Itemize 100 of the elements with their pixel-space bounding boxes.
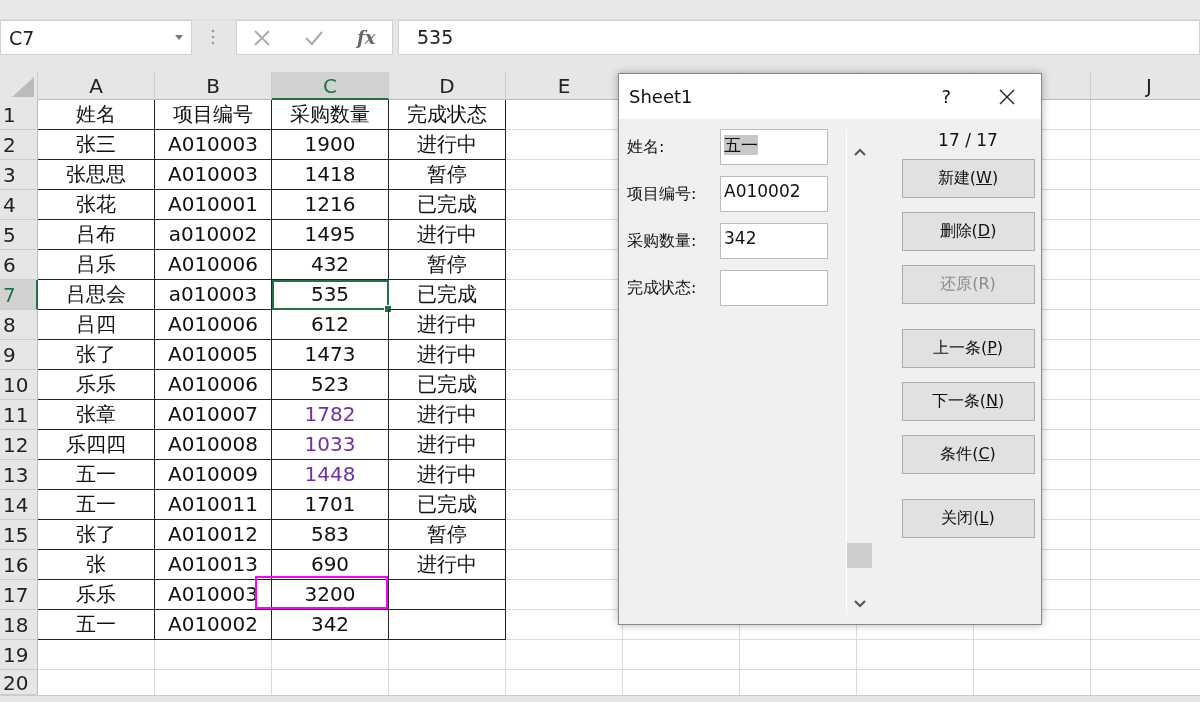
scrollbar-thumb[interactable] bbox=[847, 543, 872, 568]
table-cell: 1495 bbox=[272, 220, 389, 250]
table-cell: 五一 bbox=[38, 490, 155, 520]
drag-handle-icon[interactable] bbox=[211, 29, 215, 45]
column-header[interactable]: J bbox=[1091, 72, 1200, 100]
table-cell: A010009 bbox=[155, 460, 272, 490]
row-header[interactable]: 9 bbox=[0, 340, 38, 370]
row-header[interactable]: 6 bbox=[0, 250, 38, 280]
table-cell: 吕四 bbox=[38, 310, 155, 340]
table-cell: 张了 bbox=[38, 520, 155, 550]
dialog-button[interactable]: 关闭(L) bbox=[901, 499, 1035, 538]
row-header[interactable]: 17 bbox=[0, 580, 38, 610]
row-header[interactable]: 5 bbox=[0, 220, 38, 250]
dropdown-caret-icon[interactable] bbox=[175, 35, 183, 40]
scroll-up-icon[interactable] bbox=[854, 148, 866, 156]
table-cell: 项目编号 bbox=[155, 100, 272, 130]
row-header[interactable]: 16 bbox=[0, 550, 38, 580]
table-cell: 张 bbox=[38, 550, 155, 580]
row-header[interactable]: 20 bbox=[0, 670, 38, 695]
row-header[interactable]: 14 bbox=[0, 490, 38, 520]
table-cell: 1701 bbox=[272, 490, 389, 520]
table-cell: 采购数量 bbox=[272, 100, 389, 130]
table-cell: A010006 bbox=[155, 370, 272, 400]
table-cell: A010002 bbox=[155, 610, 272, 640]
table-cell: 1448 bbox=[272, 460, 389, 490]
row-header[interactable]: 1 bbox=[0, 100, 38, 130]
row-header[interactable]: 8 bbox=[0, 310, 38, 340]
table-cell: 吕思会 bbox=[38, 280, 155, 310]
row-header[interactable]: 12 bbox=[0, 430, 38, 460]
table-cell: 暂停 bbox=[389, 520, 506, 550]
insert-function-button[interactable]: fx bbox=[357, 27, 376, 48]
table-cell: 1418 bbox=[272, 160, 389, 190]
row-header[interactable]: 4 bbox=[0, 190, 38, 220]
table-cell: 1900 bbox=[272, 130, 389, 160]
row-header[interactable]: 3 bbox=[0, 160, 38, 190]
table-cell: A010011 bbox=[155, 490, 272, 520]
row-header[interactable]: 2 bbox=[0, 130, 38, 160]
table-cell: 暂停 bbox=[389, 250, 506, 280]
table-cell: 进行中 bbox=[389, 550, 506, 580]
table-cell: 张花 bbox=[38, 190, 155, 220]
table-cell: 五一 bbox=[38, 460, 155, 490]
row-header[interactable]: 10 bbox=[0, 370, 38, 400]
field-label: 采购数量: bbox=[627, 230, 698, 252]
row-header[interactable]: 7 bbox=[0, 280, 38, 310]
table-cell: a010002 bbox=[155, 220, 272, 250]
table-cell: 张章 bbox=[38, 400, 155, 430]
table-cell: 612 bbox=[272, 310, 389, 340]
table-cell: 进行中 bbox=[389, 400, 506, 430]
name-box[interactable]: C7 bbox=[0, 20, 192, 55]
select-all-icon[interactable] bbox=[12, 77, 34, 97]
dialog-button[interactable]: 条件(C) bbox=[901, 435, 1035, 474]
column-header[interactable]: C bbox=[272, 72, 389, 100]
table-cell: A010003 bbox=[155, 160, 272, 190]
table-cell: A010006 bbox=[155, 310, 272, 340]
table-cell: 五一 bbox=[38, 610, 155, 640]
table-cell: A010012 bbox=[155, 520, 272, 550]
table-cell: 进行中 bbox=[389, 430, 506, 460]
table-cell: 张思思 bbox=[38, 160, 155, 190]
help-button[interactable]: ? bbox=[941, 86, 951, 107]
table-cell: 进行中 bbox=[389, 130, 506, 160]
dialog-button[interactable]: 下一条(N) bbox=[901, 382, 1035, 421]
row-header[interactable]: 19 bbox=[0, 640, 38, 670]
record-counter: 17 / 17 bbox=[937, 130, 999, 150]
formula-field[interactable]: 535 bbox=[398, 20, 1200, 55]
table-cell: 已完成 bbox=[389, 490, 506, 520]
table-cell: 342 bbox=[272, 610, 389, 640]
close-icon[interactable] bbox=[999, 88, 1015, 105]
scroll-down-icon[interactable] bbox=[854, 600, 866, 608]
table-cell: 1473 bbox=[272, 340, 389, 370]
input-field[interactable]: 五一 bbox=[720, 129, 828, 165]
table-cell: 暂停 bbox=[389, 160, 506, 190]
table-cell: 583 bbox=[272, 520, 389, 550]
dialog-button[interactable]: 上一条(P) bbox=[901, 329, 1035, 368]
table-cell: a010003 bbox=[155, 280, 272, 310]
input-field[interactable]: 342 bbox=[720, 223, 828, 259]
table-cell: 535 bbox=[272, 280, 389, 310]
input-field[interactable]: A010002 bbox=[720, 176, 828, 212]
table-cell: 乐乐 bbox=[38, 370, 155, 400]
table-cell: 690 bbox=[272, 550, 389, 580]
table-cell: 进行中 bbox=[389, 340, 506, 370]
dialog-button[interactable]: 删除(D) bbox=[901, 212, 1035, 251]
cancel-icon[interactable] bbox=[253, 28, 272, 47]
input-field[interactable] bbox=[720, 270, 828, 306]
row-header[interactable]: 11 bbox=[0, 400, 38, 430]
column-header[interactable]: D bbox=[389, 72, 506, 100]
column-header[interactable]: A bbox=[38, 72, 155, 100]
table-cell: A010006 bbox=[155, 250, 272, 280]
check-icon[interactable] bbox=[304, 29, 325, 46]
table-cell: A010007 bbox=[155, 400, 272, 430]
table-cell: A010003 bbox=[155, 130, 272, 160]
table-cell: 乐乐 bbox=[38, 580, 155, 610]
table-cell: 吕乐 bbox=[38, 250, 155, 280]
row-header[interactable]: 13 bbox=[0, 460, 38, 490]
table-cell: 张了 bbox=[38, 340, 155, 370]
row-header[interactable]: 18 bbox=[0, 610, 38, 640]
dialog-button[interactable]: 新建(W) bbox=[901, 159, 1035, 198]
table-cell: 已完成 bbox=[389, 190, 506, 220]
row-header[interactable]: 15 bbox=[0, 520, 38, 550]
table-cell: A010001 bbox=[155, 190, 272, 220]
field-label: 姓名: bbox=[627, 136, 666, 158]
